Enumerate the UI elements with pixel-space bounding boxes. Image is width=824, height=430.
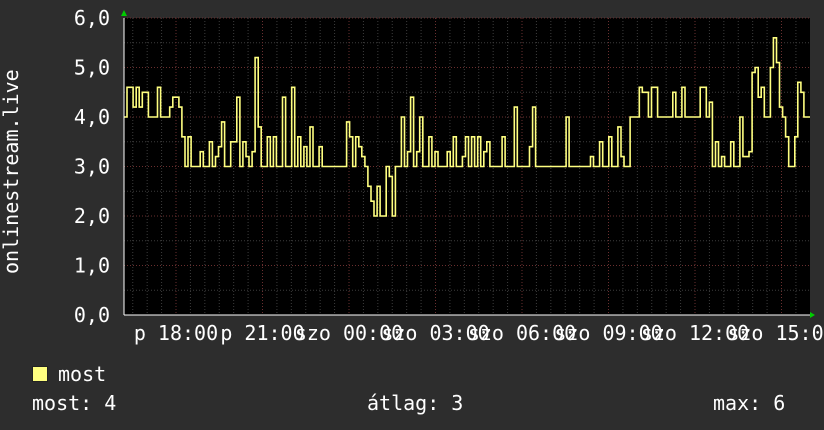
x-tick-label: p 21:00 xyxy=(220,321,304,345)
y-axis-arrow xyxy=(121,10,127,16)
x-tick-label: szo 15:00 xyxy=(727,321,824,345)
average-value: átlag: 3 xyxy=(367,391,464,415)
legend-label: most xyxy=(58,362,107,386)
max-value: max: 6 xyxy=(713,391,786,415)
x-tick-labels: p 18:00 p 21:00szo 00:00szo 03:00szo 06:0… xyxy=(134,321,824,345)
y-tick-labels: 0,0 1,0 2,0 3,0 4,0 5,0 6,0 xyxy=(74,6,110,327)
legend: most xyxy=(32,362,106,386)
y-axis-label: onlinestream.live xyxy=(0,69,23,274)
y-tick-label: 0,0 xyxy=(74,303,110,327)
legend-swatch xyxy=(32,366,48,382)
current-value: most: 4 xyxy=(32,391,117,415)
y-tick-label: 4,0 xyxy=(74,105,110,129)
x-tick-label: p 18:00 xyxy=(134,321,218,345)
chart: 0,01,02,03,04,05,06,0 p 18:00 p 21:00szo … xyxy=(0,6,824,345)
x-axis-arrow xyxy=(810,312,815,318)
y-tick-label: 5,0 xyxy=(74,56,110,80)
y-tick-label: 1,0 xyxy=(74,254,110,278)
y-tick-label: 2,0 xyxy=(74,204,110,228)
y-tick-label: 3,0 xyxy=(74,155,110,179)
y-tick-label: 6,0 xyxy=(74,6,110,30)
